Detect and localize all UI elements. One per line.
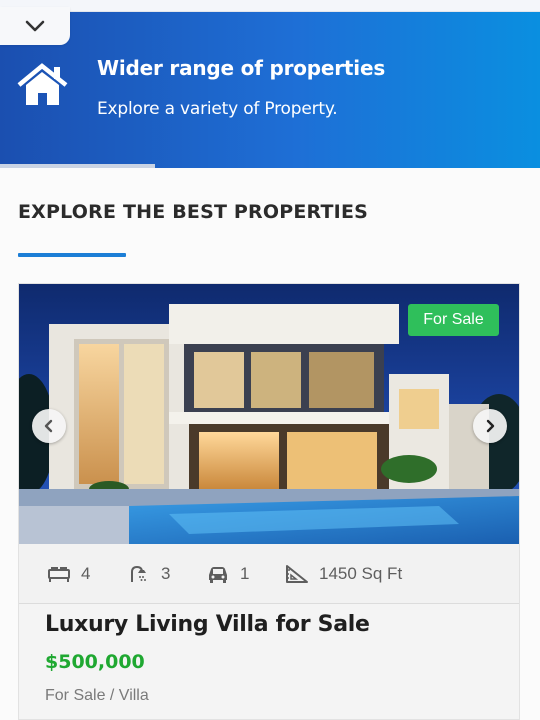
section-underline [18,253,126,257]
property-photo[interactable]: For Sale [19,284,519,544]
collapse-toggle[interactable] [0,7,70,45]
feature-beds: 4 [47,544,90,604]
section-title: EXPLORE THE BEST PROPERTIES [18,201,369,223]
listing-category: For Sale / Villa [45,687,149,704]
carousel-next-button[interactable] [473,409,507,443]
property-features: 4 3 1 1450 Sq Ft [19,544,519,604]
garage-count: 1 [240,564,250,583]
shower-icon [131,565,146,582]
top-bar [0,0,540,12]
chevron-right-icon [486,419,495,433]
car-icon [209,567,227,583]
bed-icon [48,567,70,582]
property-card[interactable]: For Sale 4 3 1 1450 Sq Ft Luxury Living … [18,283,520,720]
home-icon [17,63,68,105]
banner-title: Wider range of properties [97,56,386,80]
feature-area: 1450 Sq Ft [285,544,402,604]
promo-banner [0,12,540,168]
ruler-triangle-icon [286,565,308,583]
feature-garage: 1 [206,544,249,604]
area-value: 1450 Sq Ft [319,564,403,583]
feature-baths: 3 [127,544,170,604]
chevron-down-icon [25,20,45,32]
carousel-prev-button[interactable] [32,409,66,443]
baths-count: 3 [161,564,171,583]
beds-count: 4 [81,564,91,583]
chevron-left-icon [44,419,53,433]
listing-title[interactable]: Luxury Living Villa for Sale [45,612,370,637]
banner-divider [0,164,155,168]
banner-subtitle: Explore a variety of Property. [97,99,338,119]
for-sale-badge: For Sale [408,304,499,336]
listing-price: $500,000 [45,651,145,673]
